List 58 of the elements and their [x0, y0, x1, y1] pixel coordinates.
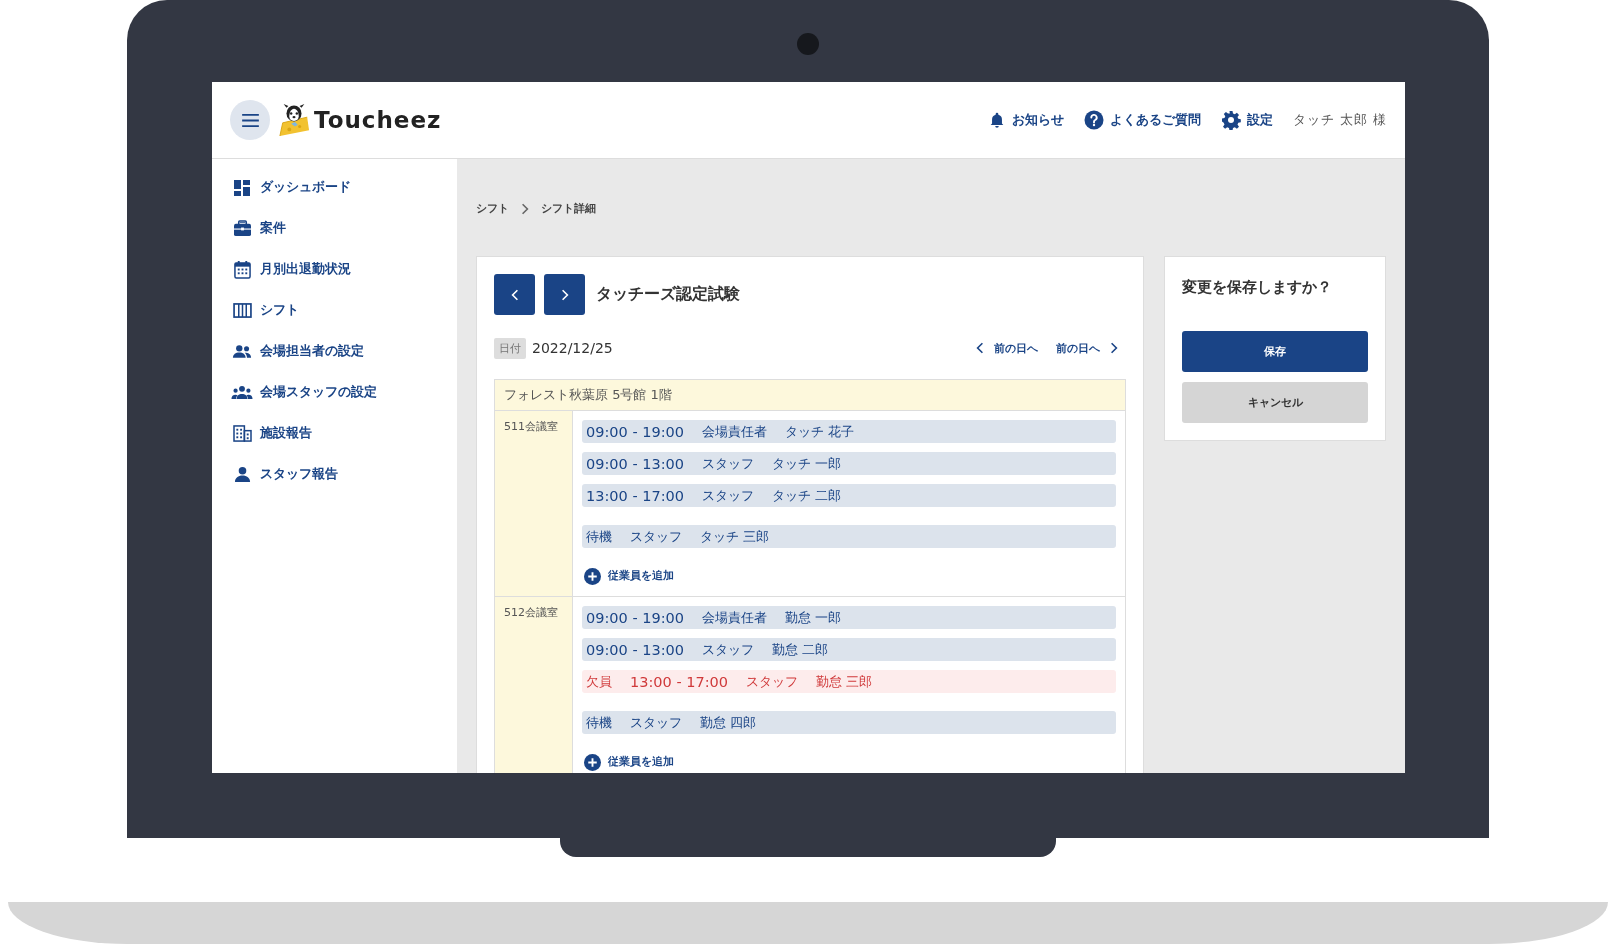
breadcrumb-link[interactable]: シフト詳細 [541, 201, 596, 216]
columns-icon [232, 303, 252, 318]
calendar-icon [233, 260, 251, 279]
shift-title: タッチーズ認定試験 [596, 284, 740, 305]
date-value: 2022/12/25 [532, 340, 613, 356]
camera-icon [797, 33, 819, 55]
shift-entry[interactable]: 13:00 - 17:00 スタッフ タッチ 二郎 [582, 484, 1116, 507]
sidebar-item[interactable]: シフト [212, 290, 457, 331]
next-button[interactable] [544, 274, 585, 315]
sidebar-item[interactable]: ダッシュボード [212, 167, 457, 208]
add-employee-link[interactable]: 従業員を追加 [584, 750, 1116, 773]
header-link[interactable]: よくあるご質問 [1084, 110, 1202, 130]
chevron-right-icon [521, 202, 529, 215]
date-label: 日付 [494, 337, 526, 359]
sidebar-item[interactable]: 施設報告 [212, 413, 457, 454]
shift-entry[interactable]: 待機 スタッフ 勤怠 四郎 [582, 711, 1116, 734]
chevron-left-icon [976, 342, 984, 354]
chevron-right-icon [560, 288, 569, 301]
person-icon [233, 466, 251, 483]
shift-entry[interactable]: 09:00 - 19:00 会場責任者 勤怠 一郎 [582, 606, 1116, 629]
room-name-cell: 512会議室 [495, 597, 573, 773]
next-day-link[interactable]: 前の日へ [1056, 340, 1118, 356]
cancel-button[interactable]: キャンセル [1182, 382, 1368, 423]
venue-header: フォレスト秋葉原 5号館 1階 [495, 380, 1125, 411]
dog-cheese-logo-drawing [278, 103, 310, 137]
header-link[interactable]: お知らせ [988, 111, 1065, 129]
group-icon [231, 385, 253, 400]
vacancy-entry[interactable]: 欠員 13:00 - 17:00 スタッフ 勤怠 三郎 [582, 670, 1116, 693]
building-icon [232, 425, 252, 442]
previous-day-link[interactable]: 前の日へ [976, 340, 1038, 356]
header-link[interactable]: 設定 [1221, 110, 1274, 130]
shift-entry[interactable]: 待機 スタッフ タッチ 三郎 [582, 525, 1116, 548]
logo-text: Toucheez [314, 107, 442, 133]
previous-button[interactable] [494, 274, 535, 315]
sidebar-item[interactable]: 月別出退勤状況 [212, 249, 457, 290]
dashboard-icon [233, 178, 251, 197]
chevron-left-icon [510, 288, 519, 301]
shift-entry[interactable]: 09:00 - 13:00 スタッフ タッチ 一郎 [582, 452, 1116, 475]
add-employee-link[interactable]: 従業員を追加 [584, 564, 1116, 588]
briefcase-icon [232, 220, 252, 237]
sidebar-item[interactable]: 案件 [212, 208, 457, 249]
room-name-cell: 511会議室 [495, 411, 573, 596]
menu-button[interactable] [230, 100, 270, 140]
people-icon [232, 344, 252, 359]
sidebar-item[interactable]: 会場スタッフの設定 [212, 372, 457, 413]
shift-entry[interactable]: 09:00 - 13:00 スタッフ 勤怠 二郎 [582, 638, 1116, 661]
shift-entry[interactable]: 09:00 - 19:00 会場責任者 タッチ 花子 [582, 420, 1116, 443]
breadcrumb-link[interactable]: シフト [476, 201, 509, 216]
sidebar-item[interactable]: 会場担当者の設定 [212, 331, 457, 372]
sidebar-item[interactable]: スタッフ報告 [212, 454, 457, 495]
help-icon [1084, 110, 1105, 130]
plus-icon [584, 567, 601, 585]
save-button[interactable]: 保存 [1182, 331, 1368, 372]
settings-icon [1221, 110, 1242, 130]
user-name: タッチ 太郎 様 [1293, 111, 1387, 129]
menu-icon [241, 113, 259, 127]
chevron-right-icon [1110, 342, 1118, 354]
save-question: 変更を保存しますか？ [1182, 278, 1333, 297]
